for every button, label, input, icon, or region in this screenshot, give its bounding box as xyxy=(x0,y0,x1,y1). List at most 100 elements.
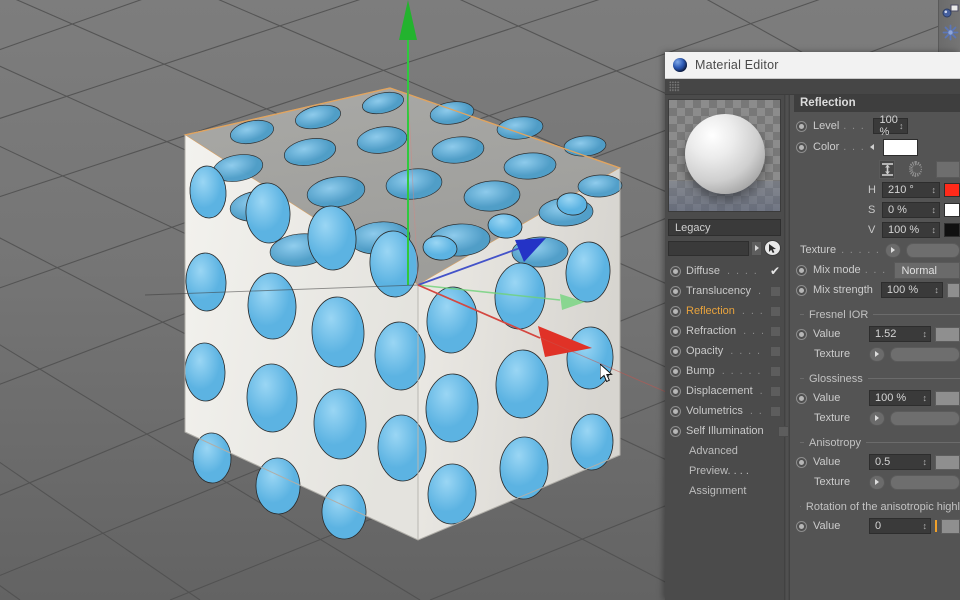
channel-enable-radio[interactable] xyxy=(670,305,681,317)
channel-row-self-illumination[interactable]: Self Illumination xyxy=(668,421,789,441)
value-spinner[interactable]: 100 % ↕ xyxy=(882,222,940,238)
panel-item-assignment[interactable]: Assignment xyxy=(668,481,781,501)
fresnel-value-slider[interactable] xyxy=(935,326,960,342)
channel-row-refraction[interactable]: Refraction . . . . . xyxy=(668,321,781,341)
spinner-arrows-icon[interactable]: ↕ xyxy=(932,206,937,215)
glossiness-value-radio[interactable] xyxy=(796,392,807,404)
panel-item-advanced[interactable]: Advanced xyxy=(668,441,781,461)
channel-dots: . . . . . . . . . xyxy=(727,265,762,277)
brightness-slider[interactable] xyxy=(944,223,960,237)
glossiness-texture-field[interactable] xyxy=(890,410,960,426)
hue-value: 210 ° xyxy=(888,184,914,196)
panel-grip-bar[interactable] xyxy=(665,79,960,95)
channel-enable-radio[interactable] xyxy=(670,345,681,357)
channel-row-displacement[interactable]: Displacement . . . xyxy=(668,381,781,401)
channel-search-arrow-button[interactable] xyxy=(751,240,762,256)
mix-mode-dropdown[interactable]: Normal xyxy=(894,261,960,279)
channel-enable-radio[interactable] xyxy=(670,425,681,437)
mix-mode-radio[interactable] xyxy=(796,264,807,276)
color-wheel-icon[interactable] xyxy=(909,161,923,177)
channel-row-bump[interactable]: Bump . . . . . . . . xyxy=(668,361,781,381)
spinner-arrows-icon[interactable]: ↕ xyxy=(934,286,939,295)
channel-checkbox[interactable] xyxy=(770,345,781,357)
material-editor-window[interactable]: Material Editor Legacy Diffuse . . . . ✔… xyxy=(665,52,960,600)
channel-checkbox[interactable] xyxy=(770,325,781,337)
anisotropic-rotation-spinner[interactable]: 0 ↕ xyxy=(869,518,931,534)
channel-row-opacity[interactable]: Opacity . . . . . . . xyxy=(668,341,781,361)
mix-strength-radio[interactable] xyxy=(796,284,807,296)
shader-dropdown[interactable]: Legacy xyxy=(668,219,781,236)
glossiness-value-slider[interactable] xyxy=(935,390,960,406)
channel-checkbox[interactable] xyxy=(770,305,781,317)
render-settings-icon[interactable] xyxy=(942,24,959,41)
channel-label: Diffuse xyxy=(686,265,721,277)
glossiness-value-spinner[interactable]: 100 % ↕ xyxy=(869,390,931,406)
color-radio[interactable] xyxy=(796,141,807,153)
anisotropy-texture-field[interactable] xyxy=(890,474,960,490)
channel-enable-radio[interactable] xyxy=(670,385,681,397)
color-expand-arrow-icon[interactable] xyxy=(870,144,875,150)
hsv-key: V xyxy=(868,224,876,236)
material-editor-body: Legacy Diffuse . . . . ✔ Translucency . … xyxy=(665,95,960,600)
spinner-arrows-icon[interactable]: ↕ xyxy=(932,186,937,195)
level-spinner[interactable]: 100 % ↕ xyxy=(873,114,908,138)
spinner-arrows-icon[interactable]: ↕ xyxy=(932,226,937,235)
viewport-edge-toolbar[interactable] xyxy=(938,0,960,57)
channel-row-translucency[interactable]: Translucency . . . xyxy=(668,281,781,301)
channel-row-diffuse[interactable]: Diffuse . . . . . . . . . ✔ xyxy=(668,261,781,281)
mix-strength-slider[interactable] xyxy=(946,282,960,298)
color-range-icon[interactable] xyxy=(879,159,896,179)
material-editor-titlebar[interactable]: Material Editor xyxy=(665,52,960,79)
render-region-icon[interactable] xyxy=(942,4,959,21)
channel-checkbox[interactable] xyxy=(777,425,789,437)
saturation-spinner[interactable]: 0 % ↕ xyxy=(882,202,940,218)
channel-checkmark-icon[interactable]: ✔ xyxy=(769,265,781,277)
channel-search-input[interactable] xyxy=(668,240,749,256)
pick-cursor-icon[interactable] xyxy=(764,240,781,256)
anisotropy-value-radio[interactable] xyxy=(796,456,807,468)
property-row-mix-strength: Mix strength 100 % ↕ xyxy=(794,280,960,300)
mix-strength-value: 100 % xyxy=(886,284,919,296)
fresnel-value-spinner[interactable]: 1.52 ↕ xyxy=(869,326,931,342)
anisotropic-rotation-radio[interactable] xyxy=(796,520,807,532)
channel-checkbox[interactable] xyxy=(770,285,781,297)
grip-dots-icon[interactable] xyxy=(669,81,680,92)
spinner-arrows-icon[interactable]: ↕ xyxy=(923,394,928,403)
color-extra-swatch[interactable] xyxy=(936,160,960,178)
channel-enable-radio[interactable] xyxy=(670,405,681,417)
channel-enable-radio[interactable] xyxy=(670,285,681,297)
spinner-arrows-icon[interactable]: ↕ xyxy=(923,522,928,531)
fresnel-texture-field[interactable] xyxy=(890,346,960,362)
color-texture-field[interactable] xyxy=(906,242,960,258)
spinner-arrows-icon[interactable]: ↕ xyxy=(899,122,904,131)
hsv-key: H xyxy=(868,184,876,196)
channel-label: Translucency xyxy=(686,285,752,297)
channel-checkbox[interactable] xyxy=(770,385,781,397)
hue-spinner[interactable]: 210 ° ↕ xyxy=(882,182,940,198)
spinner-arrows-icon[interactable]: ↕ xyxy=(923,458,928,467)
anisotropy-texture-arrow-button[interactable] xyxy=(869,474,885,490)
channel-checkbox[interactable] xyxy=(770,365,781,377)
spinner-arrows-icon[interactable]: ↕ xyxy=(923,330,928,339)
color-swatch[interactable] xyxy=(883,138,919,156)
level-radio[interactable] xyxy=(796,120,807,132)
channel-enable-radio[interactable] xyxy=(670,325,681,337)
material-preview-thumbnail[interactable] xyxy=(668,99,781,212)
channel-enable-radio[interactable] xyxy=(670,265,681,277)
channel-checkbox[interactable] xyxy=(770,405,781,417)
mix-strength-spinner[interactable]: 100 % ↕ xyxy=(880,282,943,298)
panel-item-preview[interactable]: Preview. . . . xyxy=(668,461,781,481)
saturation-slider[interactable] xyxy=(944,203,960,217)
anisotropy-value-spinner[interactable]: 0.5 ↕ xyxy=(869,454,931,470)
channel-row-reflection[interactable]: Reflection . . . . . . xyxy=(668,301,781,321)
glossiness-texture-arrow-button[interactable] xyxy=(869,410,885,426)
fresnel-value-radio[interactable] xyxy=(796,328,807,340)
hue-slider[interactable] xyxy=(944,183,960,197)
fresnel-texture-arrow-button[interactable] xyxy=(869,346,885,362)
channel-row-volumetrics[interactable]: Volumetrics . . . . xyxy=(668,401,781,421)
group-header-glossiness: Glossiness xyxy=(794,369,960,388)
anisotropy-value-slider[interactable] xyxy=(935,454,960,470)
channel-enable-radio[interactable] xyxy=(670,365,681,377)
color-texture-arrow-button[interactable] xyxy=(885,242,902,258)
anisotropic-rotation-slider[interactable] xyxy=(941,518,960,534)
